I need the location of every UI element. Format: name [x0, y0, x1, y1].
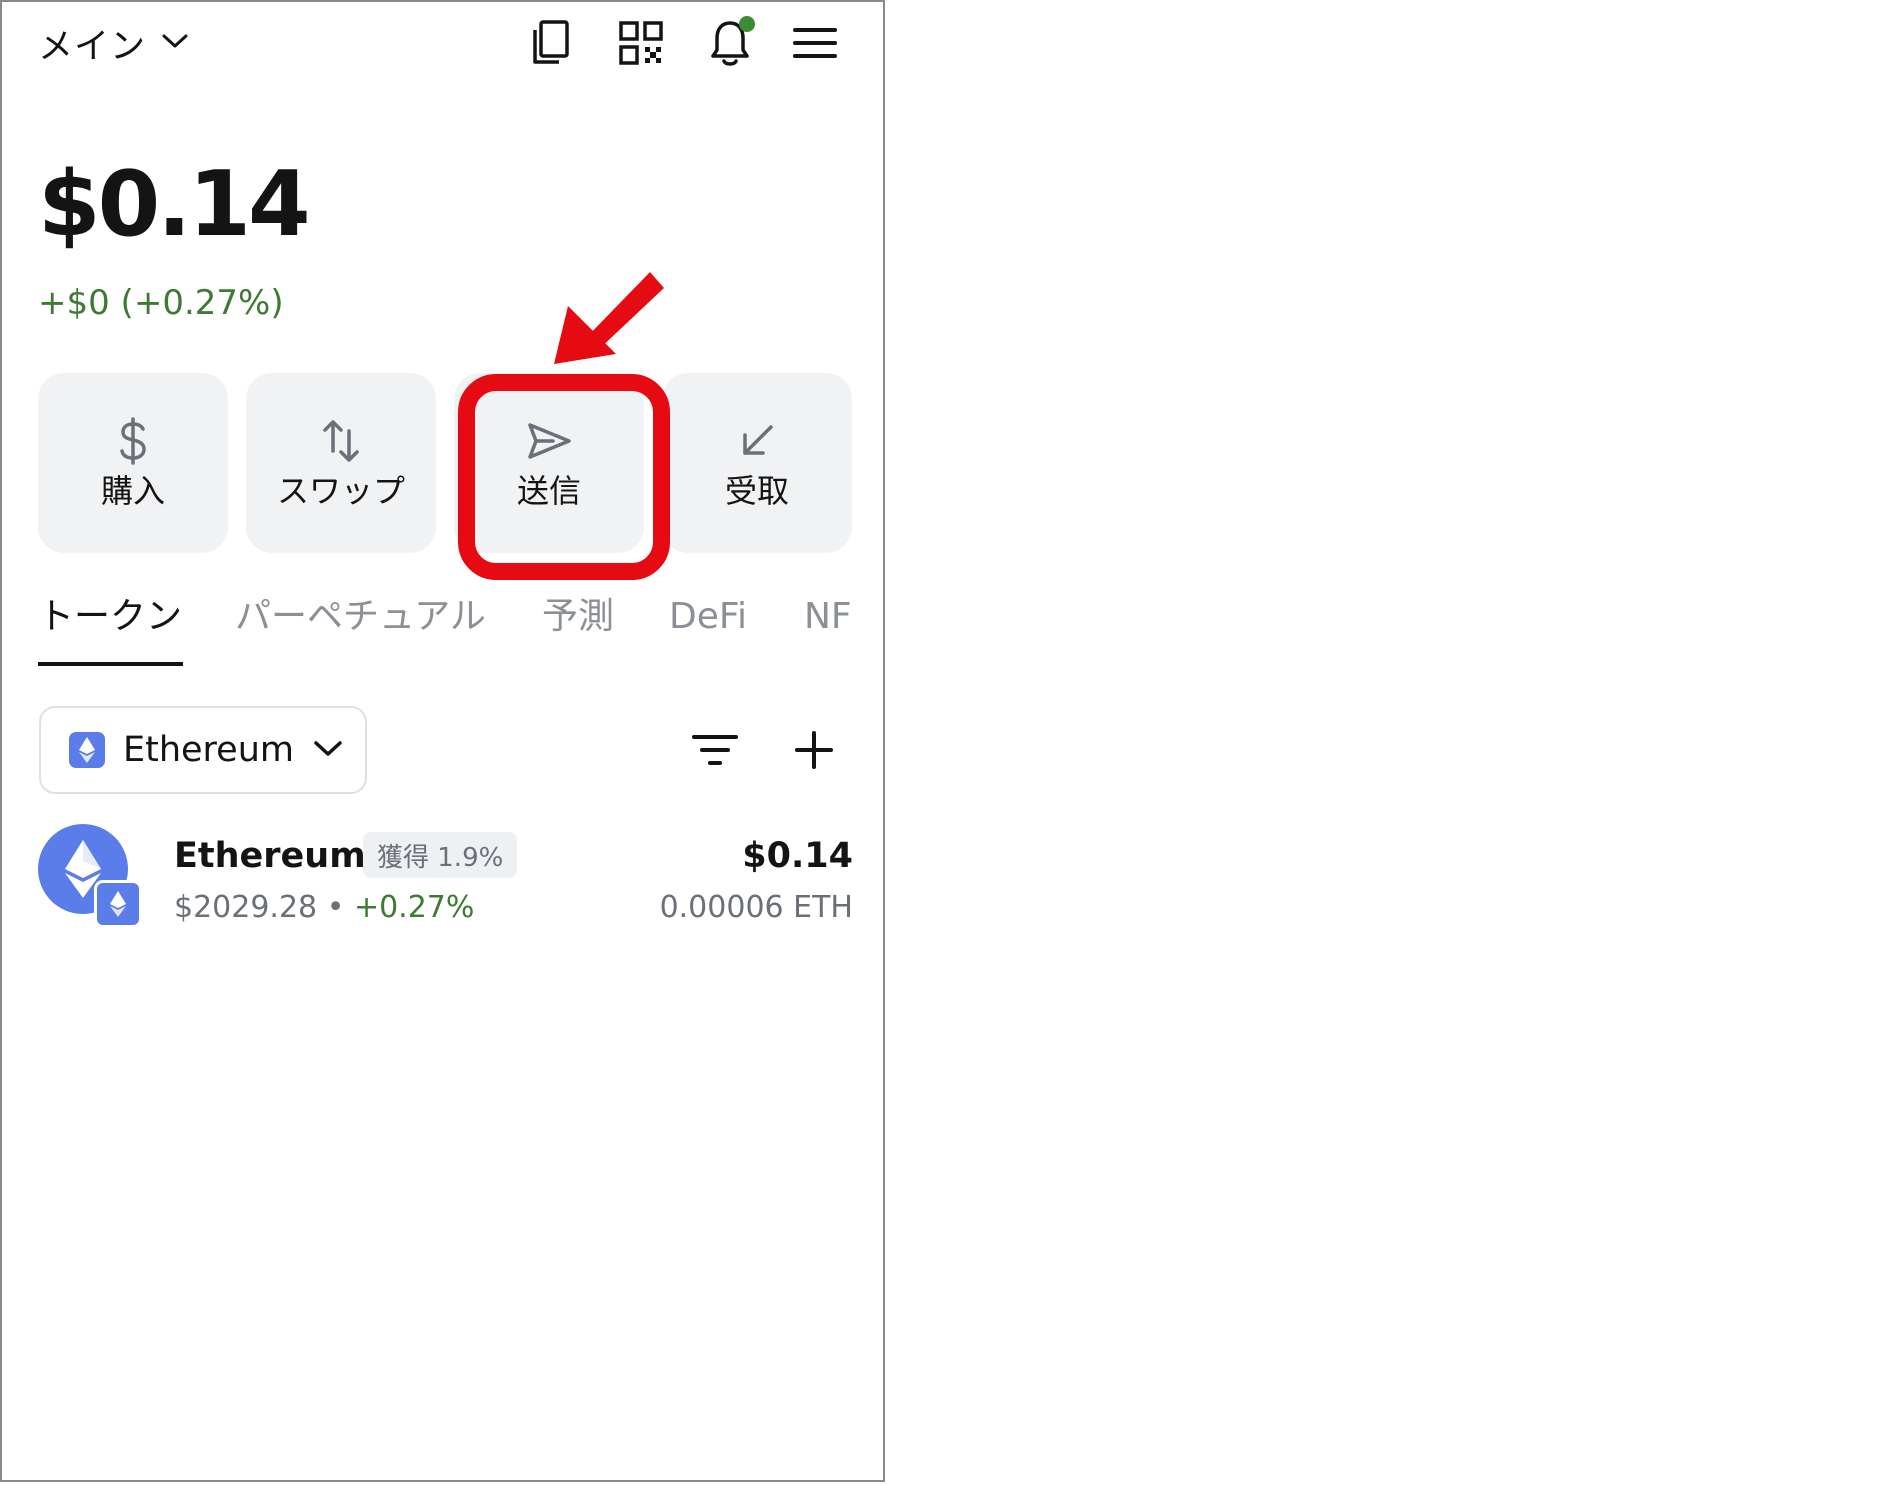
tab-tokens[interactable]: トークン — [38, 592, 182, 642]
pointer-arrow-icon — [554, 272, 664, 364]
buy-button[interactable]: 購入 — [38, 373, 228, 553]
swap-icon — [316, 416, 366, 466]
receive-icon — [732, 416, 782, 466]
dollar-icon — [108, 416, 158, 466]
ethereum-network-icon — [69, 732, 105, 768]
chevron-down-icon — [312, 738, 344, 762]
send-button[interactable]: 送信 — [454, 373, 644, 553]
token-price: $2029.28 — [174, 890, 318, 925]
token-price-line: $2029.28 • +0.27% — [174, 890, 474, 925]
menu-icon[interactable] — [788, 16, 842, 70]
token-price-change: +0.27% — [353, 890, 475, 925]
active-tab-indicator — [38, 662, 183, 666]
bell-icon[interactable] — [703, 16, 757, 70]
token-name: Ethereum — [174, 836, 366, 876]
buy-label: 購入 — [100, 472, 165, 511]
swap-button[interactable]: スワップ — [246, 373, 436, 553]
separator-dot: • — [326, 890, 345, 925]
account-selector[interactable]: メイン — [38, 18, 190, 68]
send-label: 送信 — [516, 472, 581, 511]
chevron-down-icon — [160, 31, 190, 55]
receive-button[interactable]: 受取 — [662, 373, 852, 553]
send-icon — [524, 416, 574, 466]
copy-icon[interactable] — [523, 16, 577, 70]
tab-defi[interactable]: DeFi — [669, 592, 747, 642]
balance-change: +$0 (+0.27%) — [38, 283, 284, 323]
tab-predictions[interactable]: 予測 — [542, 592, 614, 642]
swap-label: スワップ — [276, 472, 405, 511]
earn-badge: 獲得 1.9% — [363, 832, 518, 878]
qr-code-icon[interactable] — [614, 16, 668, 70]
network-selector[interactable]: Ethereum — [39, 706, 367, 794]
token-row-ethereum[interactable]: Ethereum 獲得 1.9% $2029.28 • +0.27% $0.14… — [38, 824, 853, 934]
add-token-icon[interactable] — [784, 720, 844, 780]
notification-dot — [739, 16, 755, 32]
token-value: $0.14 — [742, 836, 853, 876]
ethereum-chain-badge-icon — [94, 880, 142, 928]
total-balance: $0.14 — [38, 152, 311, 257]
token-amount: 0.00006 ETH — [659, 890, 853, 925]
tab-perpetual[interactable]: パーペチュアル — [235, 592, 486, 642]
receive-label: 受取 — [724, 472, 789, 511]
wallet-screen: メイン $0.14 +$0 (+0.27%) 購入 スワップ 送信 受取 トーク… — [0, 0, 885, 1482]
account-name: メイン — [38, 26, 147, 67]
filter-icon[interactable] — [685, 720, 745, 780]
network-label: Ethereum — [123, 730, 294, 770]
tab-nft[interactable]: NF — [804, 592, 852, 642]
